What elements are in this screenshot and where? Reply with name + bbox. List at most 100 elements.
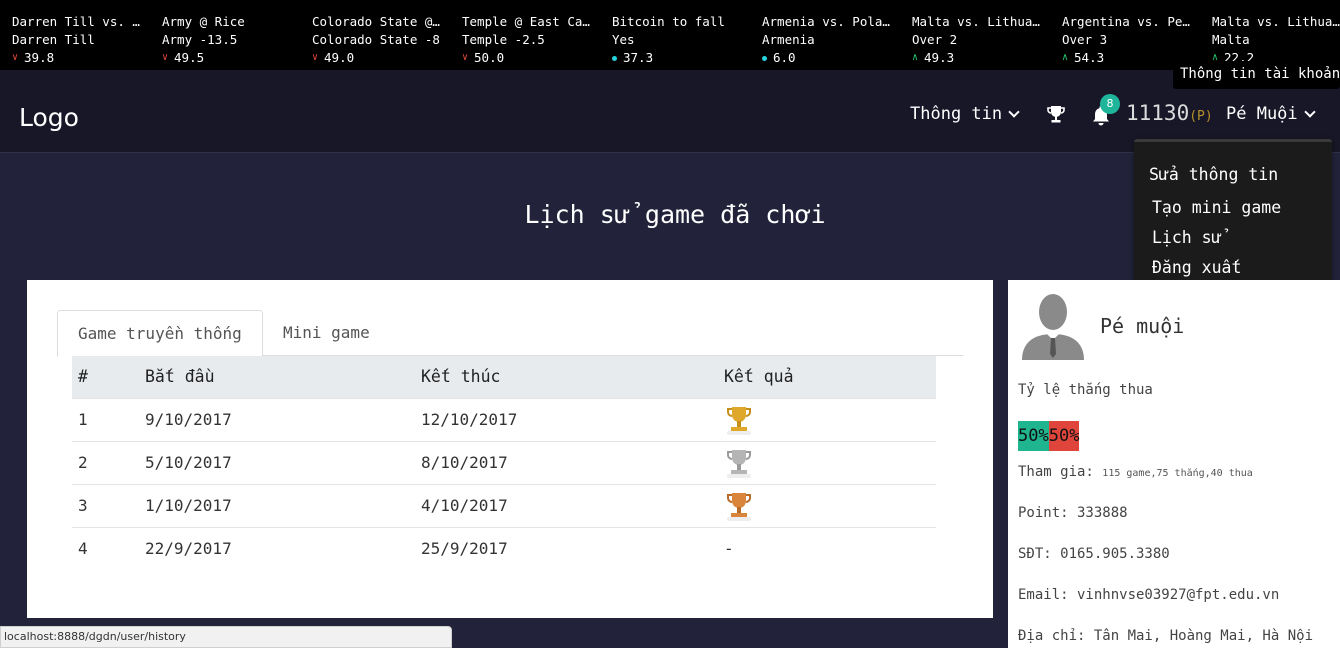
- ticker-title: Army @ Rice: [162, 14, 245, 29]
- odds-ticker: Darren Till vs. … Darren Till ∨ 39.8 Army…: [0, 0, 1340, 70]
- participation-detail: 115 game,75 thắng,40 thua: [1102, 468, 1253, 479]
- row-start-date: 22/9/2017: [139, 526, 415, 570]
- row-number: 1: [72, 397, 139, 441]
- menu-item-logout[interactable]: Đăng xuất: [1152, 258, 1241, 277]
- ticker-pick: Army -13.5: [162, 32, 238, 47]
- row-number: 2: [72, 440, 139, 484]
- gold-trophy-icon: [727, 406, 751, 435]
- ticker-title: Temple @ East Ca…: [462, 14, 590, 29]
- participation-label: Tham gia:: [1018, 464, 1094, 480]
- column-header-number: #: [72, 356, 139, 398]
- points-balance: 11130(P): [1126, 101, 1213, 125]
- trophy-icon[interactable]: [1046, 104, 1066, 124]
- row-result: -: [718, 526, 936, 570]
- ticker-item[interactable]: Army @ Rice Army -13.5 ∨ 49.5: [162, 13, 292, 67]
- lose-percent: 50%: [1048, 421, 1080, 451]
- column-header-end: Kết thúc: [415, 356, 718, 398]
- profile-points: Point: 333888: [1018, 505, 1128, 521]
- notification-badge: 8: [1100, 94, 1120, 114]
- profile-address: Địa chỉ: Tân Mai, Hoàng Mai, Hà Nội: [1018, 628, 1314, 644]
- profile-name: Pé muội: [1100, 314, 1185, 338]
- row-number: 3: [72, 483, 139, 527]
- win-percent: 50%: [1018, 421, 1049, 451]
- row-start-date: 5/10/2017: [139, 440, 415, 484]
- ticker-value: 6.0: [773, 50, 796, 65]
- account-tooltip: Thông tin tài khoản: [1173, 61, 1340, 89]
- row-number: 4: [72, 526, 139, 570]
- row-result: [718, 440, 936, 484]
- row-end-date: 12/10/2017: [415, 397, 718, 441]
- ticker-title: Bitcoin to fall: [612, 14, 725, 29]
- tab-mini-game[interactable]: Mini game: [263, 310, 390, 356]
- ticker-title: Colorado State @…: [312, 14, 440, 29]
- ticker-item[interactable]: Colorado State @… Colorado State -8 ∨ 49.…: [312, 13, 442, 67]
- profile-email: Email: vinhnvse03927@fpt.edu.vn: [1018, 587, 1280, 603]
- silver-trophy-icon: [727, 449, 751, 478]
- ticker-pick: Over 2: [912, 32, 958, 47]
- win-loss-bar: 50% 50%: [1018, 421, 1080, 451]
- row-start-date: 1/10/2017: [139, 483, 415, 527]
- ticker-pick: Armenia: [762, 32, 815, 47]
- ticker-pick: Colorado State -8: [312, 32, 440, 47]
- site-logo[interactable]: Logo: [19, 103, 79, 132]
- ticker-title: Malta vs. Lithua…: [1212, 14, 1340, 29]
- info-menu-label: Thông tin: [910, 104, 1003, 124]
- info-menu[interactable]: Thông tin: [910, 104, 1020, 124]
- chevron-up-icon: ∧: [1062, 52, 1069, 63]
- chevron-down-icon: ∨: [312, 52, 319, 63]
- ticker-item[interactable]: Armenia vs. Pola… Armenia 6.0: [762, 13, 892, 67]
- chevron-down-icon: [1008, 105, 1020, 118]
- row-end-date: 25/9/2017: [415, 526, 718, 570]
- ticker-pick: Over 3: [1062, 32, 1108, 47]
- row-result: [718, 483, 936, 527]
- ticker-value: 37.3: [623, 50, 654, 65]
- neutral-dot-icon: [612, 55, 617, 61]
- table-row: 1 9/10/2017 12/10/2017: [72, 397, 936, 441]
- chevron-down-icon: [1303, 105, 1316, 118]
- ticker-title: Malta vs. Lithua…: [912, 14, 1040, 29]
- ticker-value: 49.3: [924, 50, 955, 65]
- ticker-title: Argentina vs. Pe…: [1062, 14, 1190, 29]
- history-card: Game truyền thống Mini game # Bắt đầu Kế…: [27, 280, 993, 618]
- participation-stats: Tham gia: 115 game,75 thắng,40 thua: [1018, 464, 1253, 480]
- profile-panel: Pé muội Tỷ lệ thắng thua 50% 50% Tham gi…: [1008, 280, 1340, 648]
- ticker-pick: Darren Till: [12, 32, 95, 47]
- ticker-item[interactable]: Malta vs. Lithua… Over 2 ∧ 49.3: [912, 13, 1042, 67]
- user-menu-name: Pé Muội: [1226, 104, 1298, 124]
- history-tabs: Game truyền thống Mini game: [57, 310, 963, 357]
- ticker-value: 39.8: [24, 50, 55, 65]
- browser-status-url: localhost:8888/dgdn/user/history: [0, 626, 452, 648]
- ticker-title: Darren Till vs. …: [12, 14, 140, 29]
- menu-item-history[interactable]: Lịch sử: [1152, 228, 1222, 247]
- chevron-up-icon: ∧: [912, 52, 919, 63]
- menu-item-edit-info[interactable]: Sửa thông tin: [1149, 165, 1278, 184]
- row-result: [718, 397, 936, 441]
- ticker-item[interactable]: Malta vs. Lithua… Malta ∧ 22.2: [1212, 13, 1340, 67]
- column-header-start: Bắt đầu: [139, 356, 415, 398]
- user-menu[interactable]: Pé Muội: [1226, 104, 1316, 124]
- history-table: # Bắt đầu Kết thúc Kết quả 1 9/10/2017 1…: [72, 356, 936, 570]
- row-end-date: 8/10/2017: [415, 440, 718, 484]
- bronze-trophy-icon: [727, 492, 751, 521]
- table-row: 2 5/10/2017 8/10/2017: [72, 440, 936, 484]
- ticker-pick: Yes: [612, 32, 635, 47]
- ticker-item[interactable]: Darren Till vs. … Darren Till ∨ 39.8: [12, 13, 142, 67]
- ticker-value: 49.0: [324, 50, 355, 65]
- ticker-item[interactable]: Argentina vs. Pe… Over 3 ∧ 54.3: [1062, 13, 1192, 67]
- chevron-down-icon: ∨: [462, 52, 469, 63]
- ticker-value: 50.0: [474, 50, 505, 65]
- ticker-value: 54.3: [1074, 50, 1105, 65]
- ticker-pick: Temple -2.5: [462, 32, 545, 47]
- ticker-pick: Malta: [1212, 32, 1250, 47]
- ticker-item[interactable]: Bitcoin to fall Yes 37.3: [612, 13, 742, 67]
- page-title: Lịch sử game đã chơi: [524, 200, 826, 229]
- win-loss-label: Tỷ lệ thắng thua: [1018, 382, 1153, 398]
- table-row: 3 1/10/2017 4/10/2017: [72, 483, 936, 527]
- column-header-result: Kết quả: [718, 356, 936, 398]
- ticker-value: 49.5: [174, 50, 205, 65]
- table-row: 4 22/9/2017 25/9/2017 -: [72, 526, 936, 570]
- user-avatar-icon: [1022, 294, 1084, 360]
- ticker-item[interactable]: Temple @ East Ca… Temple -2.5 ∨ 50.0: [462, 13, 592, 67]
- table-header-row: # Bắt đầu Kết thúc Kết quả: [72, 356, 936, 398]
- tab-traditional-game[interactable]: Game truyền thống: [57, 310, 263, 357]
